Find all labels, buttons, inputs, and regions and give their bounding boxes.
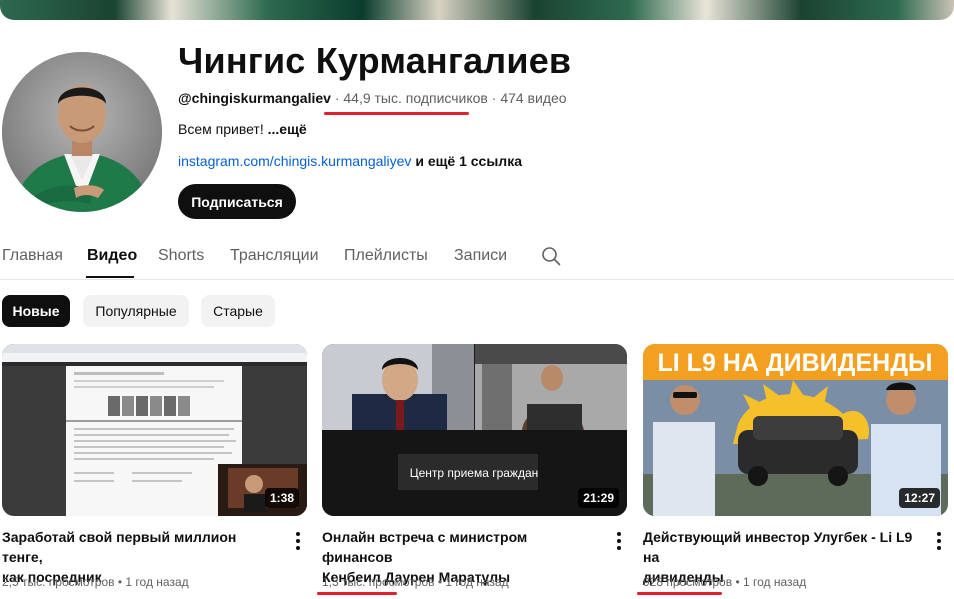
subscriber-count: 44,9 тыс. подписчиков [343,90,488,106]
meta-dot: • [117,575,123,589]
channel-description[interactable]: Всем привет! ...ещё [178,121,307,137]
video-age-3: 1 год назад [742,575,807,589]
video-duration-1: 1:38 [264,488,299,508]
video-views-3: 928 просмотров [643,575,733,589]
subscribe-button[interactable]: Подписаться [178,184,296,219]
description-text: Всем привет! [178,121,264,137]
views-highlight-underline-3 [637,592,722,595]
video-thumbnail-3[interactable]: LI L9 НА ДИВИДЕНДЫ 12:27 [643,344,948,516]
video-count: 474 видео [500,90,567,106]
tab-videos[interactable]: Видео [87,247,137,265]
channel-handle: @chingiskurmangaliev [178,90,331,106]
channel-tabs: Главная Видео Shorts Трансляции Плейлист… [0,235,954,280]
video-views-1: 2,5 тыс. просмотров [2,575,115,589]
video-views-2: 1,3 тыс. просмотров [322,575,435,589]
subscriber-highlight-underline [324,112,469,115]
video-meta-1: 2,5 тыс. просмотров • 1 год назад [2,575,189,589]
channel-meta: @chingiskurmangaliev · 44,9 тыс. подписч… [178,90,567,106]
search-icon[interactable] [541,246,561,266]
channel-title: Чингис Курмангалиев [178,40,572,81]
meta-separator: · [491,90,497,106]
thumbnail-banner-text: LI L9 НА ДИВИДЕНДЫ [658,349,933,377]
meta-dot: • [437,575,443,589]
tab-playlists[interactable]: Плейлисты [344,247,428,265]
more-options-icon[interactable] [293,530,303,552]
thumbnail-caption: Центр приема граждан [410,466,539,480]
avatar-portrait [2,52,162,212]
instagram-link[interactable]: instagram.com/chingis.kurmangaliyev [178,153,411,169]
meta-separator: · [334,90,340,106]
video-meta-2: 1,3 тыс. просмотров • 1 год назад [322,575,509,589]
video-meta-3: 928 просмотров • 1 год назад [643,575,806,589]
video-age-2: 1 год назад [445,575,509,589]
video-title-2-line1: Онлайн встреча с министром финансов [322,529,528,565]
views-highlight-underline-2 [317,592,397,595]
more-options-icon[interactable] [614,530,624,552]
video-title-1-line1: Заработай свой первый миллион тенге, [2,529,237,565]
video-duration-3: 12:27 [899,488,940,508]
channel-links: instagram.com/chingis.kurmangaliyev и ещ… [178,153,522,169]
channel-avatar[interactable] [2,52,162,212]
more-options-icon[interactable] [934,530,944,552]
video-title-3-line1: Действующий инвестор Улугбек - Li L9 на [643,529,913,565]
tab-home[interactable]: Главная [2,247,63,265]
filter-oldest[interactable]: Старые [201,295,275,327]
tab-live[interactable]: Трансляции [230,247,319,265]
description-more-link[interactable]: ...ещё [268,121,307,137]
tab-shorts[interactable]: Shorts [158,247,204,265]
filter-popular[interactable]: Популярные [83,295,189,327]
thumbnail-document-screen [2,344,307,516]
video-thumbnail-2[interactable]: Центр приема граждан 21:29 [322,344,627,516]
video-duration-2: 21:29 [578,488,619,508]
filter-newest[interactable]: Новые [2,295,70,327]
video-thumbnail-1[interactable]: 1:38 [2,344,307,516]
active-tab-indicator [86,276,134,278]
meta-dot: • [735,575,740,589]
video-age-1: 1 год назад [125,575,189,589]
channel-banner [0,0,954,20]
more-links-button[interactable]: и ещё 1 ссылка [415,153,522,169]
tab-posts[interactable]: Записи [454,247,507,265]
